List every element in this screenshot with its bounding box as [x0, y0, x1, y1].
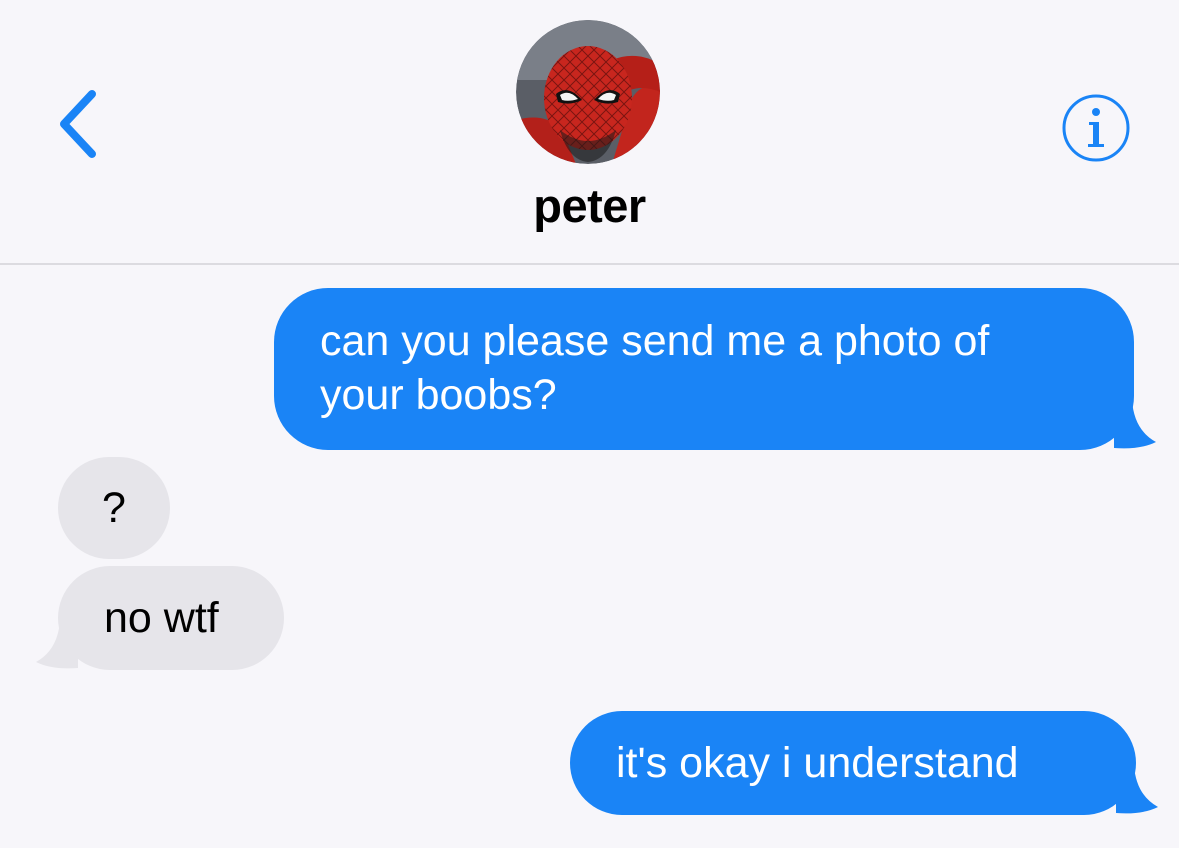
header-divider: [0, 263, 1179, 265]
received-message-bubble[interactable]: no wtf: [36, 566, 284, 670]
message-text: no wtf: [104, 594, 219, 642]
info-button[interactable]: [1058, 90, 1134, 166]
message-text: ?: [102, 484, 126, 532]
avatar[interactable]: [516, 20, 660, 164]
back-button[interactable]: [50, 86, 110, 162]
message-text: it's okay i understand: [616, 739, 1019, 787]
sent-message-bubble[interactable]: can you please send me a photo of your b…: [274, 288, 1156, 450]
message-text-line: can you please send me a photo of: [320, 317, 990, 365]
info-icon: [1062, 94, 1130, 162]
chevron-left-icon: [60, 90, 96, 158]
contact-name[interactable]: peter: [0, 178, 1179, 233]
bubble-tail: [1114, 400, 1156, 449]
received-message-bubble[interactable]: ?: [58, 457, 170, 559]
sent-message-bubble[interactable]: it's okay i understand: [570, 711, 1158, 815]
spider-man-avatar: [516, 20, 660, 164]
conversation-header: peter: [0, 0, 1179, 264]
message-text-line: your boobs?: [320, 371, 557, 419]
bubble-tail: [36, 620, 78, 669]
